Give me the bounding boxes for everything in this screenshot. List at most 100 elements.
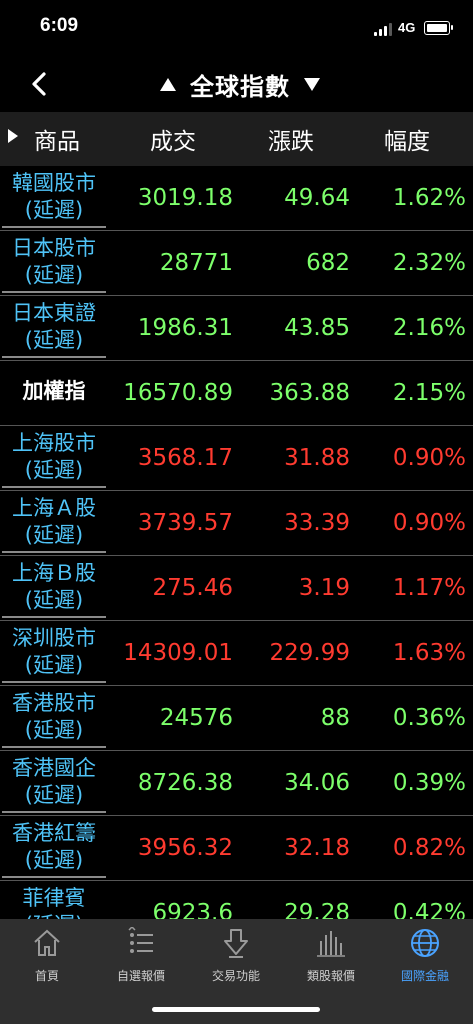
- link-underline: [2, 876, 106, 878]
- home-icon: [34, 929, 60, 956]
- quote-name-text: 日本股市: [12, 236, 96, 260]
- column-header-price[interactable]: 成交: [150, 122, 196, 156]
- link-underline: [2, 291, 106, 293]
- quote-price: 6923.6: [152, 900, 233, 919]
- signal-icon: [374, 23, 394, 36]
- quote-change: 363.88: [269, 380, 350, 406]
- quote-change: 88: [320, 705, 350, 731]
- quote-name[interactable]: 日本股市 (延遲): [2, 235, 106, 293]
- quote-price: 1986.31: [137, 315, 233, 341]
- quote-row[interactable]: 日本東證 (延遲) 1986.31 43.85 2.16%: [0, 296, 473, 361]
- page-title: 全球指數: [190, 72, 290, 101]
- quote-name[interactable]: 菲律賓 (延遲): [2, 885, 106, 919]
- quote-name[interactable]: 上海Ａ股 (延遲): [2, 495, 106, 553]
- quote-percent: 0.82%: [392, 835, 466, 861]
- quote-row[interactable]: 上海股市 (延遲) 3568.17 31.88 0.90%: [0, 426, 473, 491]
- quote-delay-label: (延遲): [24, 263, 84, 287]
- quote-price: 16570.89: [123, 380, 233, 406]
- quote-price: 3956.32: [137, 835, 233, 861]
- table-header: 商品 成交 漲跌 幅度: [0, 112, 473, 166]
- quote-price: 8726.38: [137, 770, 233, 796]
- quote-name[interactable]: 香港紅籌 (延遲): [2, 820, 106, 878]
- quote-name-text: 香港國企: [12, 756, 96, 780]
- quote-percent: 0.90%: [392, 445, 466, 471]
- quote-price: 275.46: [152, 575, 233, 601]
- quote-percent: 1.62%: [392, 185, 466, 211]
- quote-name[interactable]: 日本東證 (延遲): [2, 300, 106, 358]
- quote-row[interactable]: 上海Ｂ股 (延遲) 275.46 3.19 1.17%: [0, 556, 473, 621]
- column-header-product[interactable]: 商品: [0, 122, 110, 156]
- quote-row[interactable]: 香港國企 (延遲) 8726.38 34.06 0.39%: [0, 751, 473, 816]
- list-icon: [128, 927, 153, 953]
- quote-row[interactable]: 香港紅籌 (延遲) 3956.32 32.18 0.82%: [0, 816, 473, 881]
- quote-name-text: 日本東證: [12, 301, 96, 325]
- trade-icon: [224, 929, 248, 958]
- quote-name[interactable]: 香港國企 (延遲): [2, 755, 106, 813]
- quote-delay-label: (延遲): [2, 912, 106, 919]
- quote-delay-label: (延遲): [24, 848, 84, 872]
- quote-change: 3.19: [298, 575, 350, 601]
- quote-change: 32.18: [284, 835, 350, 861]
- quote-name-text: 香港紅籌: [12, 821, 96, 845]
- link-underline: [2, 746, 106, 748]
- title-group: 全球指數: [130, 66, 350, 102]
- tab-sector-label: 類股報價: [306, 969, 355, 983]
- quote-name[interactable]: 加權指: [2, 378, 106, 405]
- quote-row[interactable]: 香港股市 (延遲) 24576 88 0.36%: [0, 686, 473, 751]
- tab-home-label: 首頁: [34, 969, 59, 983]
- quote-percent: 0.90%: [392, 510, 466, 536]
- quote-percent: 1.17%: [392, 575, 466, 601]
- column-header-change[interactable]: 漲跌: [268, 122, 314, 156]
- next-page-arrow-icon[interactable]: [304, 77, 320, 91]
- nav-bar: 全球指數: [0, 56, 473, 112]
- tab-trade-label: 交易功能: [211, 969, 260, 983]
- status-time: 6:09: [40, 15, 79, 36]
- quote-change: 43.85: [284, 315, 350, 341]
- tab-watchlist-label: 自選報價: [116, 969, 165, 983]
- quote-name-text: 上海Ａ股: [12, 496, 96, 520]
- back-button[interactable]: [26, 70, 54, 98]
- quote-name[interactable]: 香港股市 (延遲): [2, 690, 106, 748]
- quote-name[interactable]: 韓國股市 (延遲): [2, 170, 106, 228]
- link-underline: [2, 356, 106, 358]
- quote-name[interactable]: 上海Ｂ股 (延遲): [2, 560, 106, 618]
- link-underline: [2, 616, 106, 618]
- quote-change: 682: [306, 250, 350, 276]
- quote-price: 3568.17: [137, 445, 233, 471]
- network-type: 4G: [398, 20, 416, 35]
- quote-row[interactable]: 深圳股市 (延遲) 14309.01 229.99 1.63%: [0, 621, 473, 686]
- quote-price: 3739.57: [137, 510, 233, 536]
- quote-name-text: 韓國股市: [12, 171, 96, 195]
- quote-percent: 2.32%: [392, 250, 466, 276]
- quote-delay-label: (延遲): [24, 458, 84, 482]
- quote-row[interactable]: 韓國股市 (延遲) 3019.18 49.64 1.62%: [0, 166, 473, 231]
- previous-page-arrow-icon[interactable]: [160, 77, 176, 91]
- home-indicator: [152, 1007, 320, 1012]
- tab-home[interactable]: 首頁: [0, 927, 94, 984]
- quote-row[interactable]: 上海Ａ股 (延遲) 3739.57 33.39 0.90%: [0, 491, 473, 556]
- quote-percent: 0.36%: [392, 705, 466, 731]
- quote-name[interactable]: 深圳股市 (延遲): [2, 625, 106, 683]
- quote-change: 31.88: [284, 445, 350, 471]
- quote-delay-label: (延遲): [24, 653, 84, 677]
- quote-list[interactable]: 韓國股市 (延遲) 3019.18 49.64 1.62% 日本股市 (延遲) 28771 68…: [0, 166, 473, 919]
- quote-price: 14309.01: [123, 640, 233, 666]
- column-header-percent[interactable]: 幅度: [384, 122, 430, 156]
- bar-chart-icon: [317, 931, 345, 957]
- tab-watchlist[interactable]: 自選報價: [94, 927, 188, 984]
- quote-percent: 2.15%: [392, 380, 466, 406]
- tab-sector[interactable]: 類股報價: [284, 927, 378, 984]
- link-underline: [2, 486, 106, 488]
- tab-trade[interactable]: 交易功能: [189, 927, 283, 984]
- quote-delay-label: (延遲): [24, 588, 84, 612]
- quote-delay-label: (延遲): [24, 328, 84, 352]
- quote-row[interactable]: 菲律賓 (延遲) 6923.6 29.28 0.42%: [0, 881, 473, 919]
- quote-delay-label: (延遲): [24, 783, 84, 807]
- battery-icon: [424, 21, 453, 35]
- quote-row[interactable]: 加權指 16570.89 363.88 2.15%: [0, 361, 473, 426]
- tab-international[interactable]: 國際金融: [378, 927, 472, 984]
- quote-row[interactable]: 日本股市 (延遲) 28771 682 2.32%: [0, 231, 473, 296]
- quote-name-text: 上海股市: [12, 431, 96, 455]
- globe-icon: [411, 929, 439, 957]
- quote-name[interactable]: 上海股市 (延遲): [2, 430, 106, 488]
